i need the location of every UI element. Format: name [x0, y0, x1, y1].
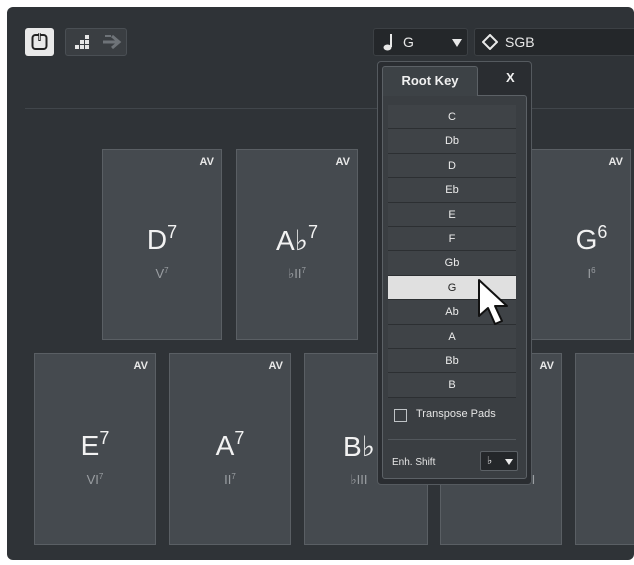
popup-divider [388, 439, 516, 440]
root-key-value: G [403, 34, 414, 50]
root-key-option[interactable]: Db [388, 129, 516, 154]
root-key-option[interactable]: B [388, 373, 516, 398]
root-key-option[interactable]: Bb [388, 348, 516, 374]
dropdown-arrow-icon [452, 39, 462, 47]
adaptive-voicing-badge: AV [608, 156, 623, 168]
chord-pads-window: G SGB AV D7 V7 AV A♭7 ♭II7 AV G6 I6 AV E… [7, 7, 634, 560]
adaptive-voicing-badge: AV [335, 156, 350, 168]
dropdown-arrow-icon [505, 459, 513, 465]
chord-pad[interactable]: AV D7 V7 [102, 149, 222, 340]
popup-title-tab: Root Key [382, 66, 478, 96]
arrow-right-icon [103, 34, 122, 50]
root-key-option[interactable]: F [388, 226, 516, 252]
mouse-cursor-icon [478, 279, 508, 325]
pads-layout-icon [75, 35, 89, 49]
root-key-dropdown[interactable]: G [373, 28, 468, 56]
chord-name: A7 [215, 428, 245, 461]
scale-dropdown[interactable]: SGB [474, 28, 634, 56]
chord-name: A♭7 [276, 222, 318, 256]
chord-degree: ♭II7 [288, 266, 306, 281]
adaptive-voicing-badge: AV [539, 360, 554, 372]
enh-shift-select[interactable]: ♭ [480, 451, 518, 471]
enh-shift-value: ♭ [487, 455, 493, 467]
root-key-option[interactable]: C [388, 105, 516, 130]
root-key-option[interactable]: E [388, 202, 516, 227]
adaptive-voicing-badge: AV [268, 360, 283, 372]
chord-pad[interactable]: AV A♭7 ♭II7 [236, 149, 358, 340]
root-key-option[interactable]: D [388, 153, 516, 179]
root-key-popup: Root Key X C Db D Eb E F Gb G Ab A Bb B Transpose P… [377, 61, 532, 485]
root-key-option[interactable]: Eb [388, 178, 516, 203]
transpose-pads-checkbox[interactable] [394, 409, 407, 422]
transpose-pads-label: Transpose Pads [416, 408, 496, 420]
note-icon [383, 34, 392, 51]
adaptive-voicing-badge: AV [199, 156, 214, 168]
power-button[interactable] [25, 28, 54, 56]
root-key-list: C Db D Eb E F Gb G Ab A Bb B [388, 105, 516, 398]
chord-pad[interactable]: AV A7 II7 [169, 353, 291, 545]
power-icon [31, 33, 48, 50]
chord-degree: VI7 [86, 472, 104, 487]
diamond-icon [482, 34, 498, 50]
chord-pads-mode-button[interactable] [65, 28, 127, 56]
chord-name: E7 [80, 428, 110, 461]
chord-pad[interactable] [575, 353, 634, 545]
scale-value: SGB [505, 34, 535, 50]
close-button[interactable]: X [506, 70, 515, 85]
adaptive-voicing-badge: AV [133, 360, 148, 372]
enh-shift-label: Enh. Shift [392, 457, 436, 468]
toolbar-divider [25, 108, 634, 109]
chord-degree: V7 [155, 266, 169, 281]
root-key-option[interactable]: Gb [388, 251, 516, 276]
chord-pad[interactable]: AV E7 VI7 [34, 353, 156, 545]
chord-name: D7 [146, 222, 178, 255]
chord-degree: II7 [224, 472, 236, 487]
